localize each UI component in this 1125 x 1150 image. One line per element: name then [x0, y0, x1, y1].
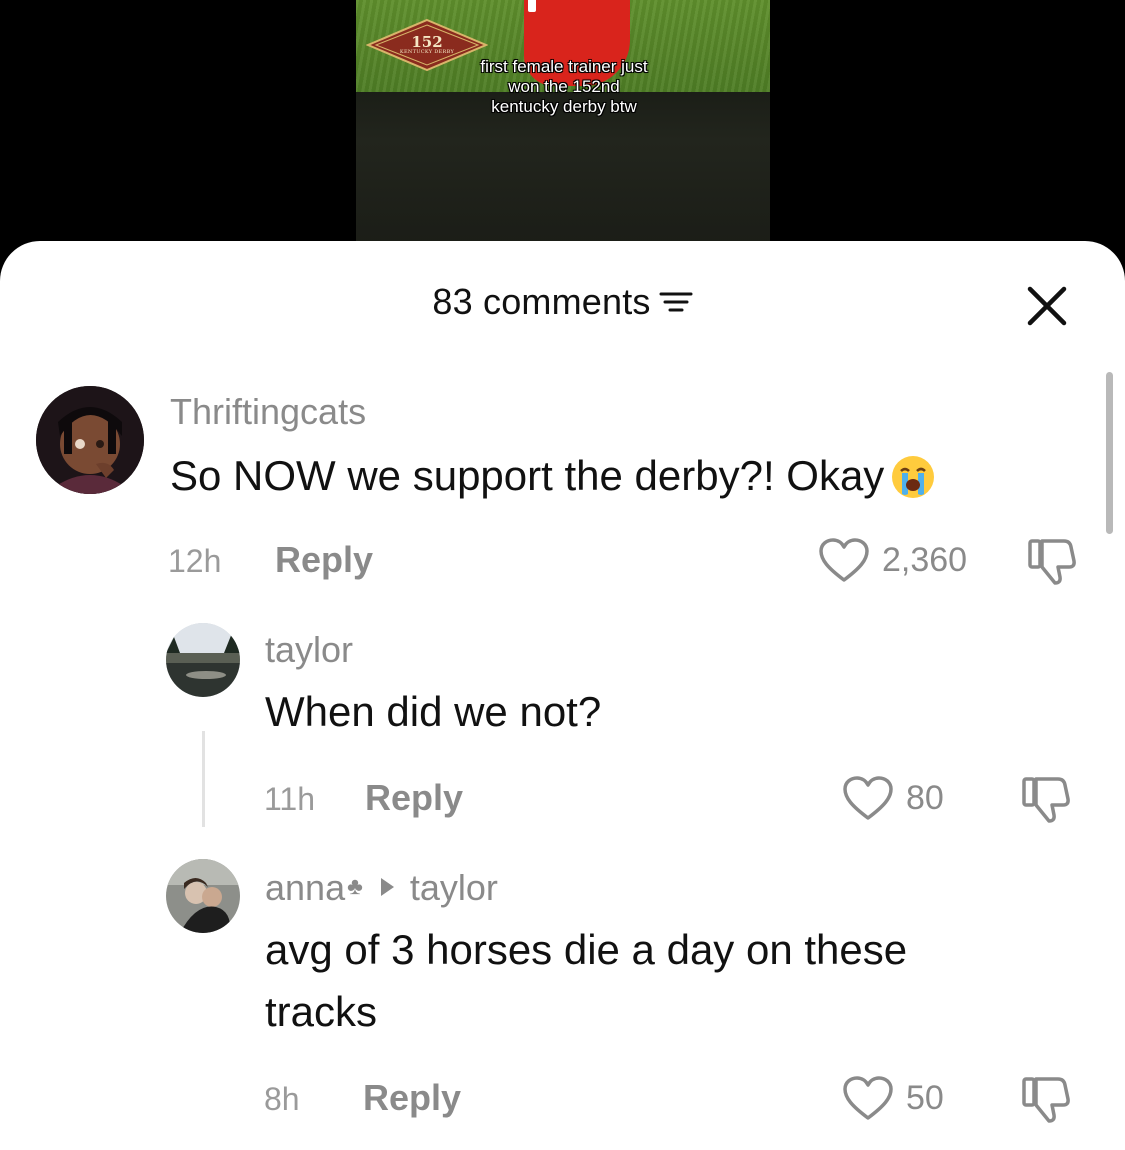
caption-line: kentucky derby btw — [491, 97, 637, 116]
comment-text-line: tracks — [265, 988, 378, 1035]
reply-to-username[interactable]: taylor — [410, 867, 498, 908]
comment-username: anna♣ taylor — [265, 867, 498, 909]
dislike-icon[interactable] — [1020, 1075, 1072, 1128]
comment-text-content: So NOW we support the derby?! Okay — [170, 452, 885, 499]
avatar[interactable] — [166, 623, 240, 697]
close-icon — [1027, 286, 1067, 326]
comment-count: 83 comments — [432, 281, 651, 322]
like-count: 2,360 — [882, 541, 968, 579]
logo-text: KENTUCKY DERBY — [399, 49, 455, 55]
like-count: 80 — [906, 779, 944, 817]
caption-line: first female trainer just — [480, 57, 648, 76]
comment-username[interactable]: Thriftingcats — [170, 391, 366, 433]
heart-icon[interactable] — [818, 538, 870, 589]
crying-face-icon — [890, 454, 936, 517]
reply-button[interactable]: Reply — [275, 539, 373, 581]
comment-text: So NOW we support the derby?! Okay — [170, 445, 936, 517]
comment-timestamp: 12h — [168, 543, 222, 579]
like-count: 50 — [906, 1079, 944, 1117]
avatar[interactable] — [166, 859, 240, 933]
comment-timestamp: 11h — [264, 781, 316, 817]
comments-header: 83 comments — [0, 281, 1125, 331]
reply-arrow-icon — [380, 878, 394, 896]
shamrock-icon: ♣ — [347, 873, 363, 900]
comments-sheet: 83 comments Thriftingcats So NOW we supp… — [0, 241, 1125, 1150]
video-caption: first female trainer just won the 152nd … — [444, 57, 684, 117]
reply-author[interactable]: anna — [265, 867, 345, 908]
reply-button[interactable]: Reply — [365, 777, 463, 819]
dislike-icon[interactable] — [1020, 775, 1072, 828]
comment-text: When did we not? — [265, 688, 602, 735]
scrollbar[interactable] — [1106, 372, 1113, 534]
filter-lines-icon[interactable] — [659, 289, 693, 315]
dislike-icon[interactable] — [1026, 537, 1078, 590]
avatar[interactable] — [36, 386, 144, 494]
heart-icon[interactable] — [842, 776, 894, 827]
thread-line — [202, 731, 205, 827]
close-button[interactable] — [1024, 283, 1070, 329]
comment-timestamp: 8h — [264, 1081, 300, 1117]
comment-text: avg of 3 horses die a day on these track… — [265, 919, 907, 1043]
video-player[interactable]: 152 KENTUCKY DERBY first female trainer … — [356, 0, 770, 260]
comment-text-line: avg of 3 horses die a day on these — [265, 926, 908, 973]
comment-username[interactable]: taylor — [265, 629, 353, 671]
reply-button[interactable]: Reply — [363, 1077, 461, 1119]
caption-line: won the 152nd — [508, 77, 620, 96]
heart-icon[interactable] — [842, 1076, 894, 1127]
